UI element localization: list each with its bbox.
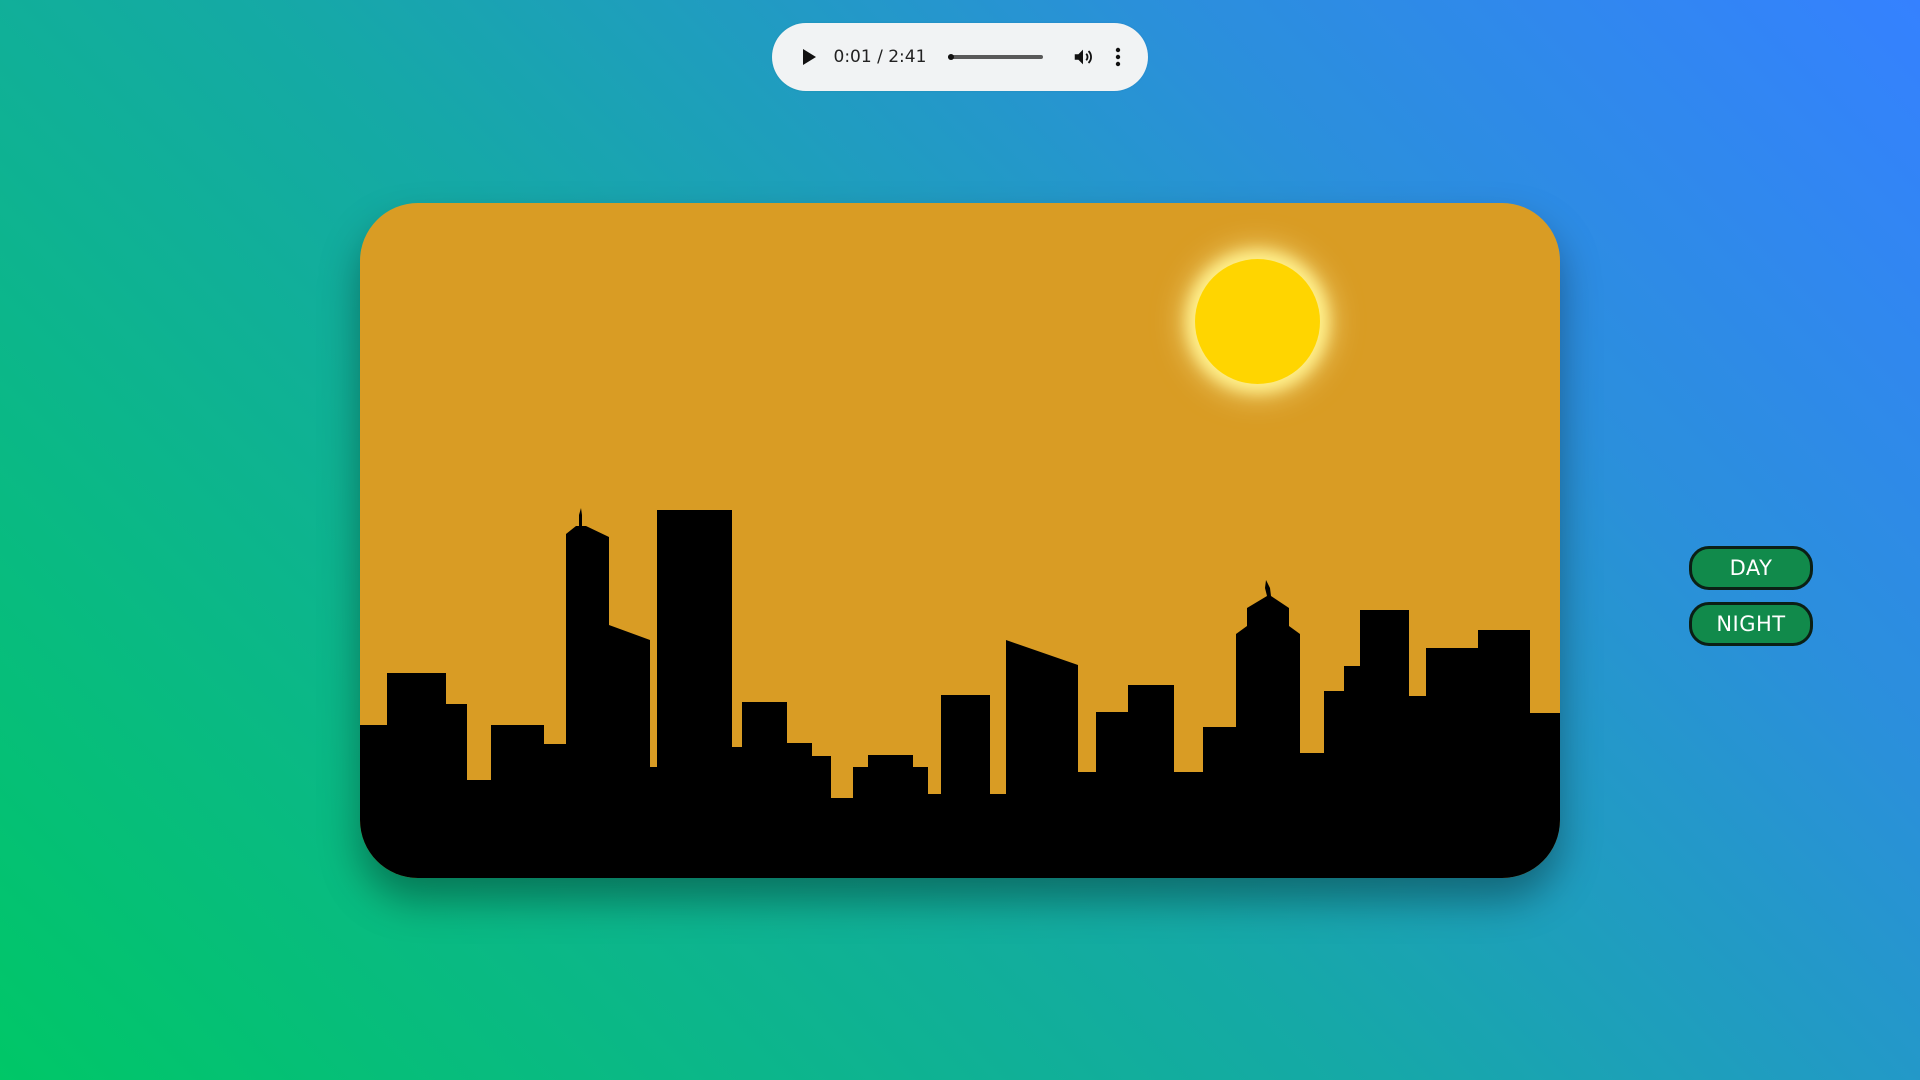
scene-canvas <box>360 203 1560 878</box>
audio-player[interactable]: 0:01 / 2:41 <box>772 23 1148 91</box>
play-icon[interactable] <box>794 42 824 72</box>
seek-bar-fill <box>948 54 955 60</box>
more-vert-icon[interactable] <box>1106 43 1130 71</box>
current-time: 0:01 <box>833 47 872 67</box>
time-separator: / <box>871 47 889 67</box>
day-button[interactable]: DAY <box>1689 546 1813 590</box>
city-scene <box>360 203 1560 878</box>
volume-icon[interactable] <box>1069 43 1097 71</box>
sun <box>1195 259 1320 384</box>
night-button[interactable]: NIGHT <box>1689 602 1813 646</box>
duration: 2:41 <box>888 47 927 67</box>
seek-bar[interactable] <box>948 54 1043 60</box>
time-display: 0:01 / 2:41 <box>834 47 927 67</box>
